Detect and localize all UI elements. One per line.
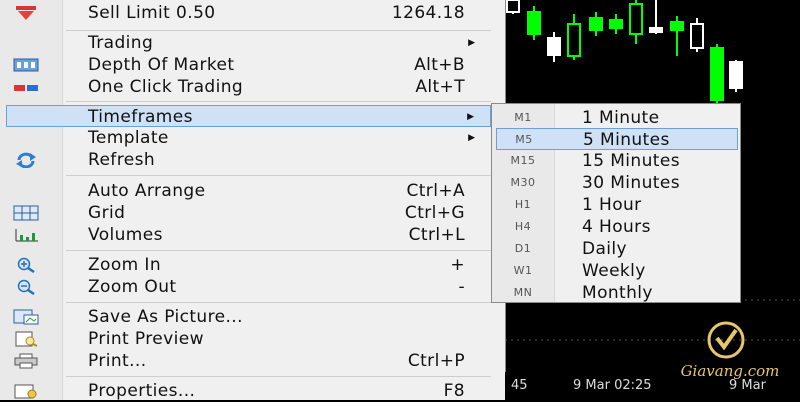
menu-item-print-preview[interactable]: Print Preview <box>0 328 503 350</box>
save-picture-icon <box>13 309 39 325</box>
menu-item-volumes[interactable]: Volumes Ctrl+L <box>0 224 503 246</box>
menu-separator <box>66 175 491 176</box>
timeframe-item-h1[interactable]: H1 1 Hour <box>492 194 740 216</box>
candle-body <box>629 3 643 35</box>
timeframe-item-mn[interactable]: MN Monthly <box>492 282 740 304</box>
menu-separator <box>66 376 491 377</box>
candle-body <box>690 23 704 49</box>
menu-item-timeframes[interactable]: Timeframes ▶ <box>6 105 491 127</box>
candle-body <box>567 23 581 57</box>
timeframe-item-m1[interactable]: M1 1 Minute <box>492 107 740 129</box>
menu-item-grid[interactable]: Grid Ctrl+G <box>0 202 503 224</box>
menu-item-sell-limit[interactable]: Sell Limit 0.50 1264.18 <box>0 2 503 24</box>
menu-item-one-click-trading[interactable]: One Click Trading Alt+T <box>0 76 503 98</box>
candle-body <box>527 11 541 35</box>
time-axis-label: 45 <box>511 378 528 393</box>
menu-separator <box>66 302 491 303</box>
one-click-trading-icon <box>14 85 38 91</box>
timeframe-item-w1[interactable]: W1 Weekly <box>492 260 740 282</box>
candle-body <box>547 37 561 56</box>
candle-body <box>729 61 743 89</box>
timeframe-item-d1[interactable]: D1 Daily <box>492 238 740 260</box>
timeframe-item-h4[interactable]: H4 4 Hours <box>492 216 740 238</box>
menu-separator <box>66 250 491 251</box>
menu-item-trading[interactable]: Trading ▶ <box>0 32 503 54</box>
submenu-arrow-icon: ▶ <box>467 112 474 122</box>
properties-icon <box>14 384 37 399</box>
menu-separator <box>66 101 491 102</box>
giavang-watermark: Giavang.com <box>660 318 800 390</box>
menu-item-refresh[interactable]: Refresh <box>0 149 503 171</box>
chart-context-menu: Sell Limit 0.50 1264.18 Trading ▶ Depth … <box>0 0 506 402</box>
menu-item-auto-arrange[interactable]: Auto Arrange Ctrl+A <box>0 180 503 202</box>
refresh-icon <box>16 152 36 168</box>
candle-body <box>609 19 623 29</box>
timeframe-item-m30[interactable]: M30 30 Minutes <box>492 172 740 194</box>
zoom-out-icon <box>17 279 35 295</box>
sell-arrow-icon <box>16 6 36 20</box>
candle-body <box>710 47 724 101</box>
depth-of-market-icon <box>13 58 39 72</box>
menu-item-zoom-in[interactable]: Zoom In + <box>0 254 503 276</box>
menu-item-print[interactable]: Print... Ctrl+P <box>0 350 503 372</box>
timeframe-item-m15[interactable]: M15 15 Minutes <box>492 150 740 172</box>
candle-body <box>670 21 684 31</box>
submenu-arrow-icon: ▶ <box>468 133 475 143</box>
menu-item-properties[interactable]: Properties... F8 <box>0 380 503 402</box>
candle-body <box>589 17 603 31</box>
timeframes-submenu: M1 1 Minute M5 5 Minutes M15 15 Minutes … <box>491 103 741 303</box>
grid-icon <box>13 205 39 221</box>
zoom-in-icon <box>17 257 35 273</box>
menu-separator <box>66 30 491 31</box>
time-axis-label: 9 Mar 02:25 <box>573 378 652 393</box>
candle-body <box>649 27 663 33</box>
timeframe-item-m5[interactable]: M5 5 Minutes <box>496 128 738 150</box>
menu-item-template[interactable]: Template ▶ <box>0 127 503 149</box>
giavang-logo-icon <box>707 321 745 359</box>
menu-item-save-as-picture[interactable]: Save As Picture... <box>0 306 503 328</box>
menu-item-depth-of-market[interactable]: Depth Of Market Alt+B <box>0 54 503 76</box>
candle-body <box>506 0 520 13</box>
submenu-arrow-icon: ▶ <box>468 38 475 48</box>
volumes-icon <box>15 229 38 242</box>
candlesticks <box>506 0 743 104</box>
print-preview-icon <box>15 331 38 347</box>
menu-item-zoom-out[interactable]: Zoom Out - <box>0 276 503 298</box>
watermark-brand: Giavang.com <box>680 362 780 380</box>
printer-icon <box>14 353 38 369</box>
